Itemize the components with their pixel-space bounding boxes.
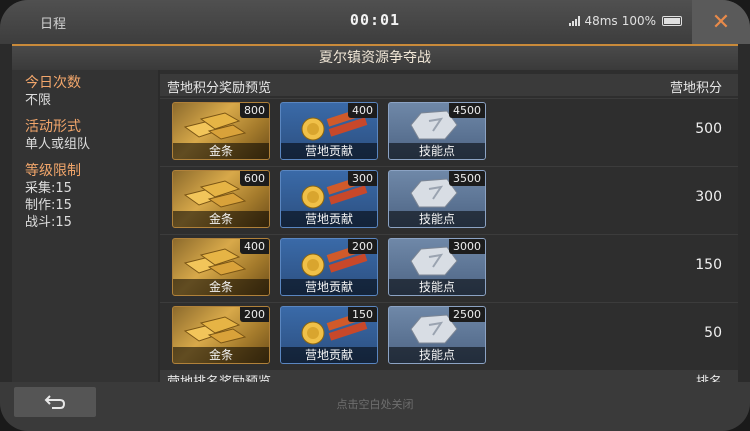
reward-name: 营地贡献	[281, 211, 377, 227]
reward-item-camp-contribution[interactable]: 400 营地贡献	[280, 102, 378, 160]
rank-heading: 排名	[696, 371, 722, 382]
reward-item-camp-contribution[interactable]: 200 营地贡献	[280, 238, 378, 296]
reward-quantity: 150	[348, 307, 377, 322]
camp-score-value: 50	[704, 325, 722, 341]
signal-icon	[569, 16, 581, 26]
reward-name: 技能点	[389, 347, 485, 363]
gold-bar-icon	[183, 248, 247, 276]
reward-preview-heading: 营地积分奖励预览	[167, 81, 272, 96]
reward-list[interactable]: 营地积分奖励预览 营地积分 800 金条 400 营地贡献 4500 技能点 5…	[160, 70, 738, 382]
reward-row: 800 金条 400 营地贡献 4500 技能点 500	[160, 98, 738, 162]
reward-quantity: 3000	[449, 239, 485, 254]
reward-quantity: 200	[240, 307, 269, 322]
reward-name: 营地贡献	[281, 143, 377, 159]
daily-times-value: 不限	[25, 93, 52, 108]
gathering-level: 采集:15	[25, 181, 72, 196]
reward-name: 技能点	[389, 143, 485, 159]
event-info-panel: 今日次数 不限 活动形式 单人或组队 等级限制 采集:15 制作:15 战斗:1…	[12, 70, 158, 382]
reward-list-header: 营地积分奖励预览 营地积分	[160, 74, 738, 96]
reward-quantity: 300	[348, 171, 377, 186]
reward-name: 营地贡献	[281, 347, 377, 363]
reward-row: 200 金条 150 营地贡献 2500 技能点 50	[160, 302, 738, 366]
daily-times-info: 今日次数 不限	[25, 72, 81, 109]
reward-quantity: 600	[240, 171, 269, 186]
reward-quantity: 2500	[449, 307, 485, 322]
network-status: 48ms 100%	[569, 14, 682, 28]
reward-item-gold[interactable]: 800 金条	[172, 102, 270, 160]
close-hint: 点击空白处关闭	[336, 398, 414, 411]
reward-item-skill-point[interactable]: 3000 技能点	[388, 238, 486, 296]
reward-name: 金条	[173, 279, 269, 295]
reward-row: 400 金条 200 营地贡献 3000 技能点 150	[160, 234, 738, 298]
close-button[interactable]: ✕	[692, 0, 750, 44]
reward-item-gold[interactable]: 600 金条	[172, 170, 270, 228]
reward-quantity: 400	[240, 239, 269, 254]
rank-reward-heading: 营地排名奖励预览	[167, 371, 271, 382]
reward-item-camp-contribution[interactable]: 300 营地贡献	[280, 170, 378, 228]
reward-quantity: 4500	[449, 103, 485, 118]
reward-row: 600 金条 300 营地贡献 3500 技能点 300	[160, 166, 738, 230]
reward-item-gold[interactable]: 200 金条	[172, 306, 270, 364]
gold-bar-icon	[183, 112, 247, 140]
reward-quantity: 3500	[449, 171, 485, 186]
reward-name: 金条	[173, 347, 269, 363]
crafting-level: 制作:15	[25, 198, 72, 213]
battery-icon	[662, 16, 682, 26]
level-limit-label: 等级限制	[25, 163, 81, 179]
gold-bar-icon	[183, 316, 247, 344]
page-title: 夏尔镇资源争夺战	[12, 44, 738, 70]
activity-form-label: 活动形式	[25, 119, 81, 135]
ping-value: 48ms	[584, 14, 618, 28]
combat-level: 战斗:15	[25, 215, 72, 230]
reward-quantity: 200	[348, 239, 377, 254]
battery-percent: 100%	[621, 14, 656, 28]
level-limit-info: 等级限制 采集:15 制作:15 战斗:15	[25, 160, 81, 231]
status-bar: 日程 00:01 48ms 100% ✕	[0, 0, 750, 44]
camp-score-value: 500	[695, 121, 722, 137]
daily-times-label: 今日次数	[25, 75, 81, 91]
reward-quantity: 400	[348, 103, 377, 118]
gold-bar-icon	[183, 180, 247, 208]
reward-quantity: 800	[240, 103, 269, 118]
reward-name: 技能点	[389, 211, 485, 227]
activity-form-info: 活动形式 单人或组队	[25, 116, 90, 153]
reward-item-camp-contribution[interactable]: 150 营地贡献	[280, 306, 378, 364]
camp-score-value: 150	[695, 257, 722, 273]
reward-name: 金条	[173, 211, 269, 227]
rank-reward-header: 营地排名奖励预览 排名	[160, 370, 738, 382]
camp-score-value: 300	[695, 189, 722, 205]
reward-item-skill-point[interactable]: 4500 技能点	[388, 102, 486, 160]
camp-score-heading: 营地积分	[669, 81, 722, 96]
game-window: 日程 00:01 48ms 100% ✕ 夏尔镇资源争夺战 今日次数 不限 活动…	[0, 0, 750, 431]
reward-name: 营地贡献	[281, 279, 377, 295]
reward-name: 金条	[173, 143, 269, 159]
reward-item-skill-point[interactable]: 2500 技能点	[388, 306, 486, 364]
reward-item-gold[interactable]: 400 金条	[172, 238, 270, 296]
reward-name: 技能点	[389, 279, 485, 295]
reward-item-skill-point[interactable]: 3500 技能点	[388, 170, 486, 228]
bottom-bar[interactable]: 点击空白处关闭	[0, 382, 750, 431]
activity-form-value: 单人或组队	[25, 137, 91, 152]
close-icon: ✕	[711, 9, 731, 35]
